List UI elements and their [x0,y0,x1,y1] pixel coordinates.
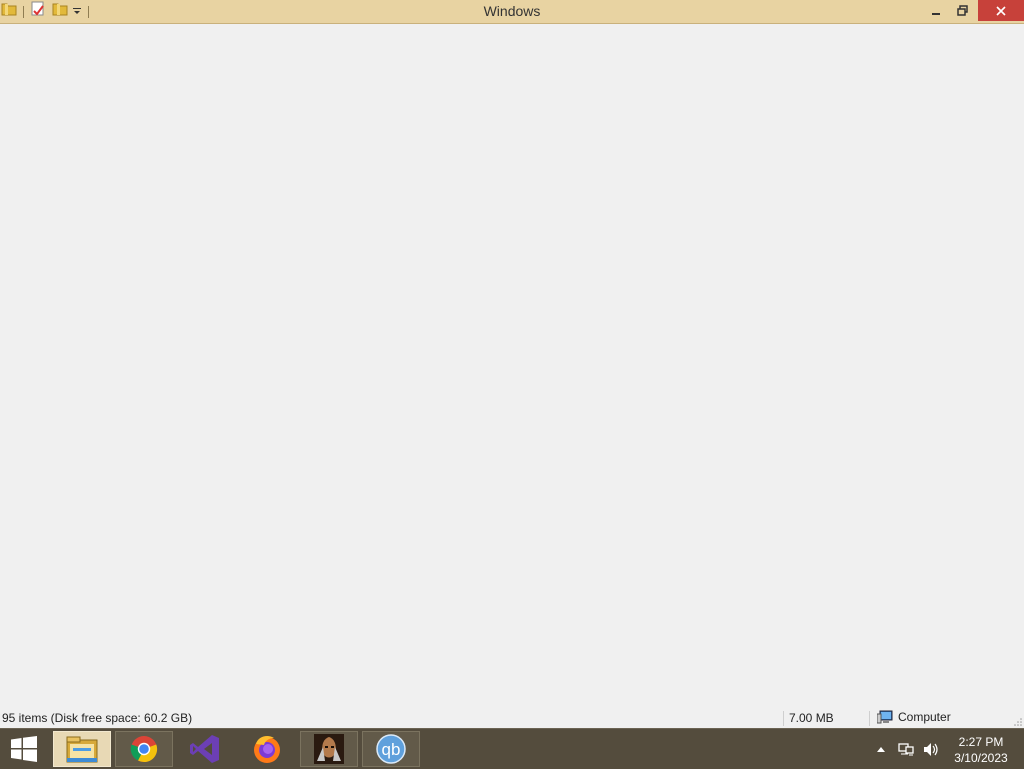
chrome-icon [130,736,158,763]
clock-date: 3/10/2023 [954,751,1008,765]
resize-grip-icon[interactable] [1014,718,1022,726]
close-icon [996,5,1006,16]
taskbar-qbittorrent[interactable]: qb [362,731,420,767]
file-explorer-icon [66,736,98,763]
restore-button[interactable] [949,0,975,21]
start-button[interactable] [0,729,48,769]
minimize-icon [932,12,940,15]
taskbar-file-explorer[interactable] [53,731,111,767]
show-hidden-icons-button[interactable] [872,729,890,769]
system-clock[interactable]: 2:27 PM 3/10/2023 [948,734,1014,766]
taskbar-visual-studio[interactable] [176,731,234,767]
status-bar: 95 items (Disk free space: 60.2 GB) 7.00… [0,708,1024,728]
windows-logo-icon [11,736,37,762]
status-divider [783,711,784,726]
volume-tray-button[interactable] [920,729,942,769]
network-tray-button[interactable] [895,729,917,769]
game-icon [314,734,344,764]
computer-icon [877,710,893,724]
clock-time: 2:27 PM [958,735,1004,749]
title-bar[interactable]: Windows [0,0,1024,24]
taskbar-game[interactable] [300,731,358,767]
file-list-area[interactable] [0,24,1024,708]
close-button[interactable] [978,0,1024,21]
taskbar: qb 2:27 PM 3/10/2023 [0,728,1024,769]
status-selection-size: 7.00 MB [789,711,834,725]
taskbar-firefox[interactable] [238,731,296,767]
speaker-icon [924,742,938,756]
restore-icon [956,5,968,16]
chevron-up-icon [877,747,885,752]
visual-studio-icon [190,735,219,763]
status-divider [869,711,870,726]
network-icon [898,742,914,755]
minimize-button[interactable] [924,0,948,21]
qbittorrent-label: qb [382,740,401,759]
qbittorrent-icon: qb [376,734,406,764]
status-zone-label: Computer [898,710,951,724]
window-title: Windows [483,3,541,19]
status-item-count: 95 items (Disk free space: 60.2 GB) [2,711,193,725]
taskbar-chrome[interactable] [115,731,173,767]
firefox-icon [254,736,280,763]
status-zone: Computer [877,710,951,724]
